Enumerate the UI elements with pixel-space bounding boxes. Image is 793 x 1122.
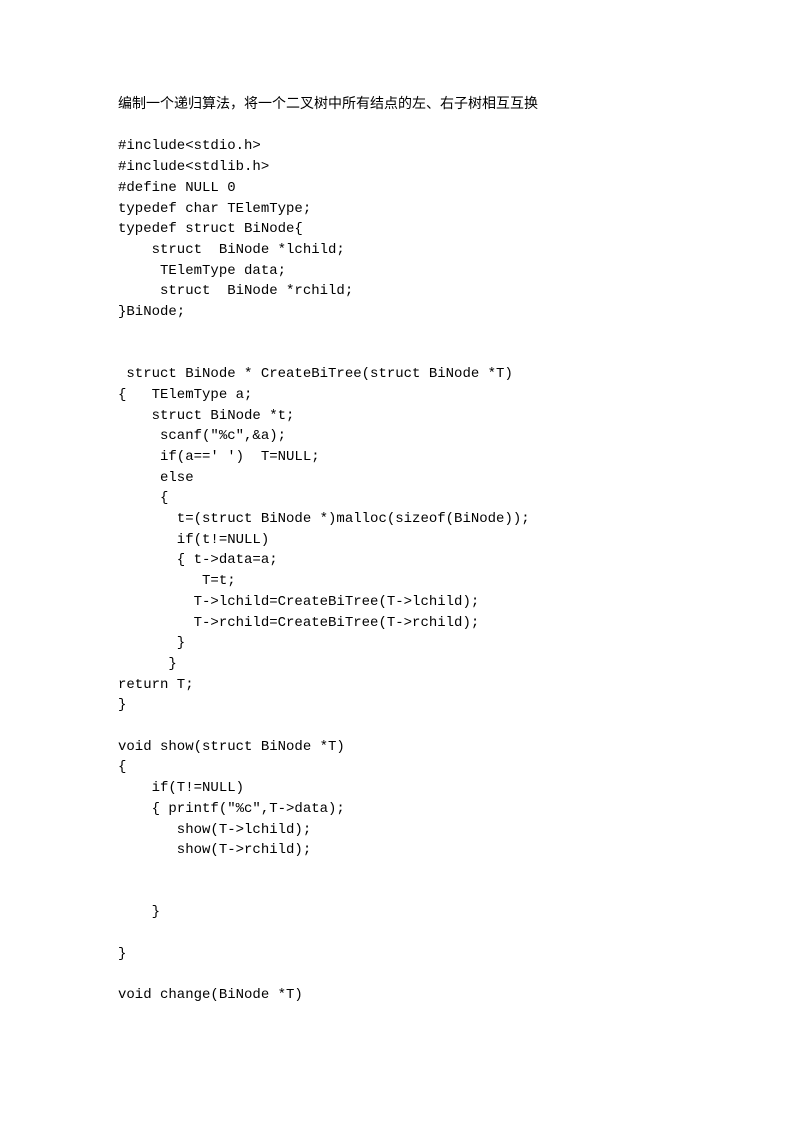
document-page: 编制一个递归算法，将一个二叉树中所有结点的左、右子树相互互换 #include<s… bbox=[0, 0, 793, 1006]
code-line bbox=[118, 964, 675, 985]
code-line: return T; bbox=[118, 675, 675, 696]
code-line: } bbox=[118, 695, 675, 716]
code-line bbox=[118, 923, 675, 944]
code-line bbox=[118, 116, 675, 137]
code-line bbox=[118, 323, 675, 344]
code-line: #include<stdio.h> bbox=[118, 136, 675, 157]
code-line: { bbox=[118, 757, 675, 778]
code-line: void change(BiNode *T) bbox=[118, 985, 675, 1006]
code-line: T=t; bbox=[118, 571, 675, 592]
code-line: T->lchild=CreateBiTree(T->lchild); bbox=[118, 592, 675, 613]
code-line: if(a==' ') T=NULL; bbox=[118, 447, 675, 468]
code-line: { TElemType a; bbox=[118, 385, 675, 406]
code-line: else bbox=[118, 468, 675, 489]
code-line bbox=[118, 861, 675, 882]
code-line: TElemType data; bbox=[118, 261, 675, 282]
code-line: { printf("%c",T->data); bbox=[118, 799, 675, 820]
code-line: struct BiNode *rchild; bbox=[118, 281, 675, 302]
code-line bbox=[118, 882, 675, 903]
code-line: void show(struct BiNode *T) bbox=[118, 737, 675, 758]
code-line: struct BiNode *t; bbox=[118, 406, 675, 427]
code-line: } bbox=[118, 633, 675, 654]
code-line: scanf("%c",&a); bbox=[118, 426, 675, 447]
code-line: { bbox=[118, 488, 675, 509]
code-line: if(T!=NULL) bbox=[118, 778, 675, 799]
code-line: typedef struct BiNode{ bbox=[118, 219, 675, 240]
code-line: struct BiNode * CreateBiTree(struct BiNo… bbox=[118, 364, 675, 385]
code-line: struct BiNode *lchild; bbox=[118, 240, 675, 261]
code-line: { t->data=a; bbox=[118, 550, 675, 571]
code-line: T->rchild=CreateBiTree(T->rchild); bbox=[118, 613, 675, 634]
code-line: if(t!=NULL) bbox=[118, 530, 675, 551]
code-line: } bbox=[118, 944, 675, 965]
code-line: #include<stdlib.h> bbox=[118, 157, 675, 178]
code-line bbox=[118, 343, 675, 364]
code-line: }BiNode; bbox=[118, 302, 675, 323]
code-line bbox=[118, 716, 675, 737]
code-line: show(T->lchild); bbox=[118, 820, 675, 841]
code-line: } bbox=[118, 902, 675, 923]
code-line: show(T->rchild); bbox=[118, 840, 675, 861]
code-line: typedef char TElemType; bbox=[118, 199, 675, 220]
code-line: 编制一个递归算法，将一个二叉树中所有结点的左、右子树相互互换 bbox=[118, 95, 675, 116]
code-line: } bbox=[118, 654, 675, 675]
code-line: #define NULL 0 bbox=[118, 178, 675, 199]
code-line: t=(struct BiNode *)malloc(sizeof(BiNode)… bbox=[118, 509, 675, 530]
